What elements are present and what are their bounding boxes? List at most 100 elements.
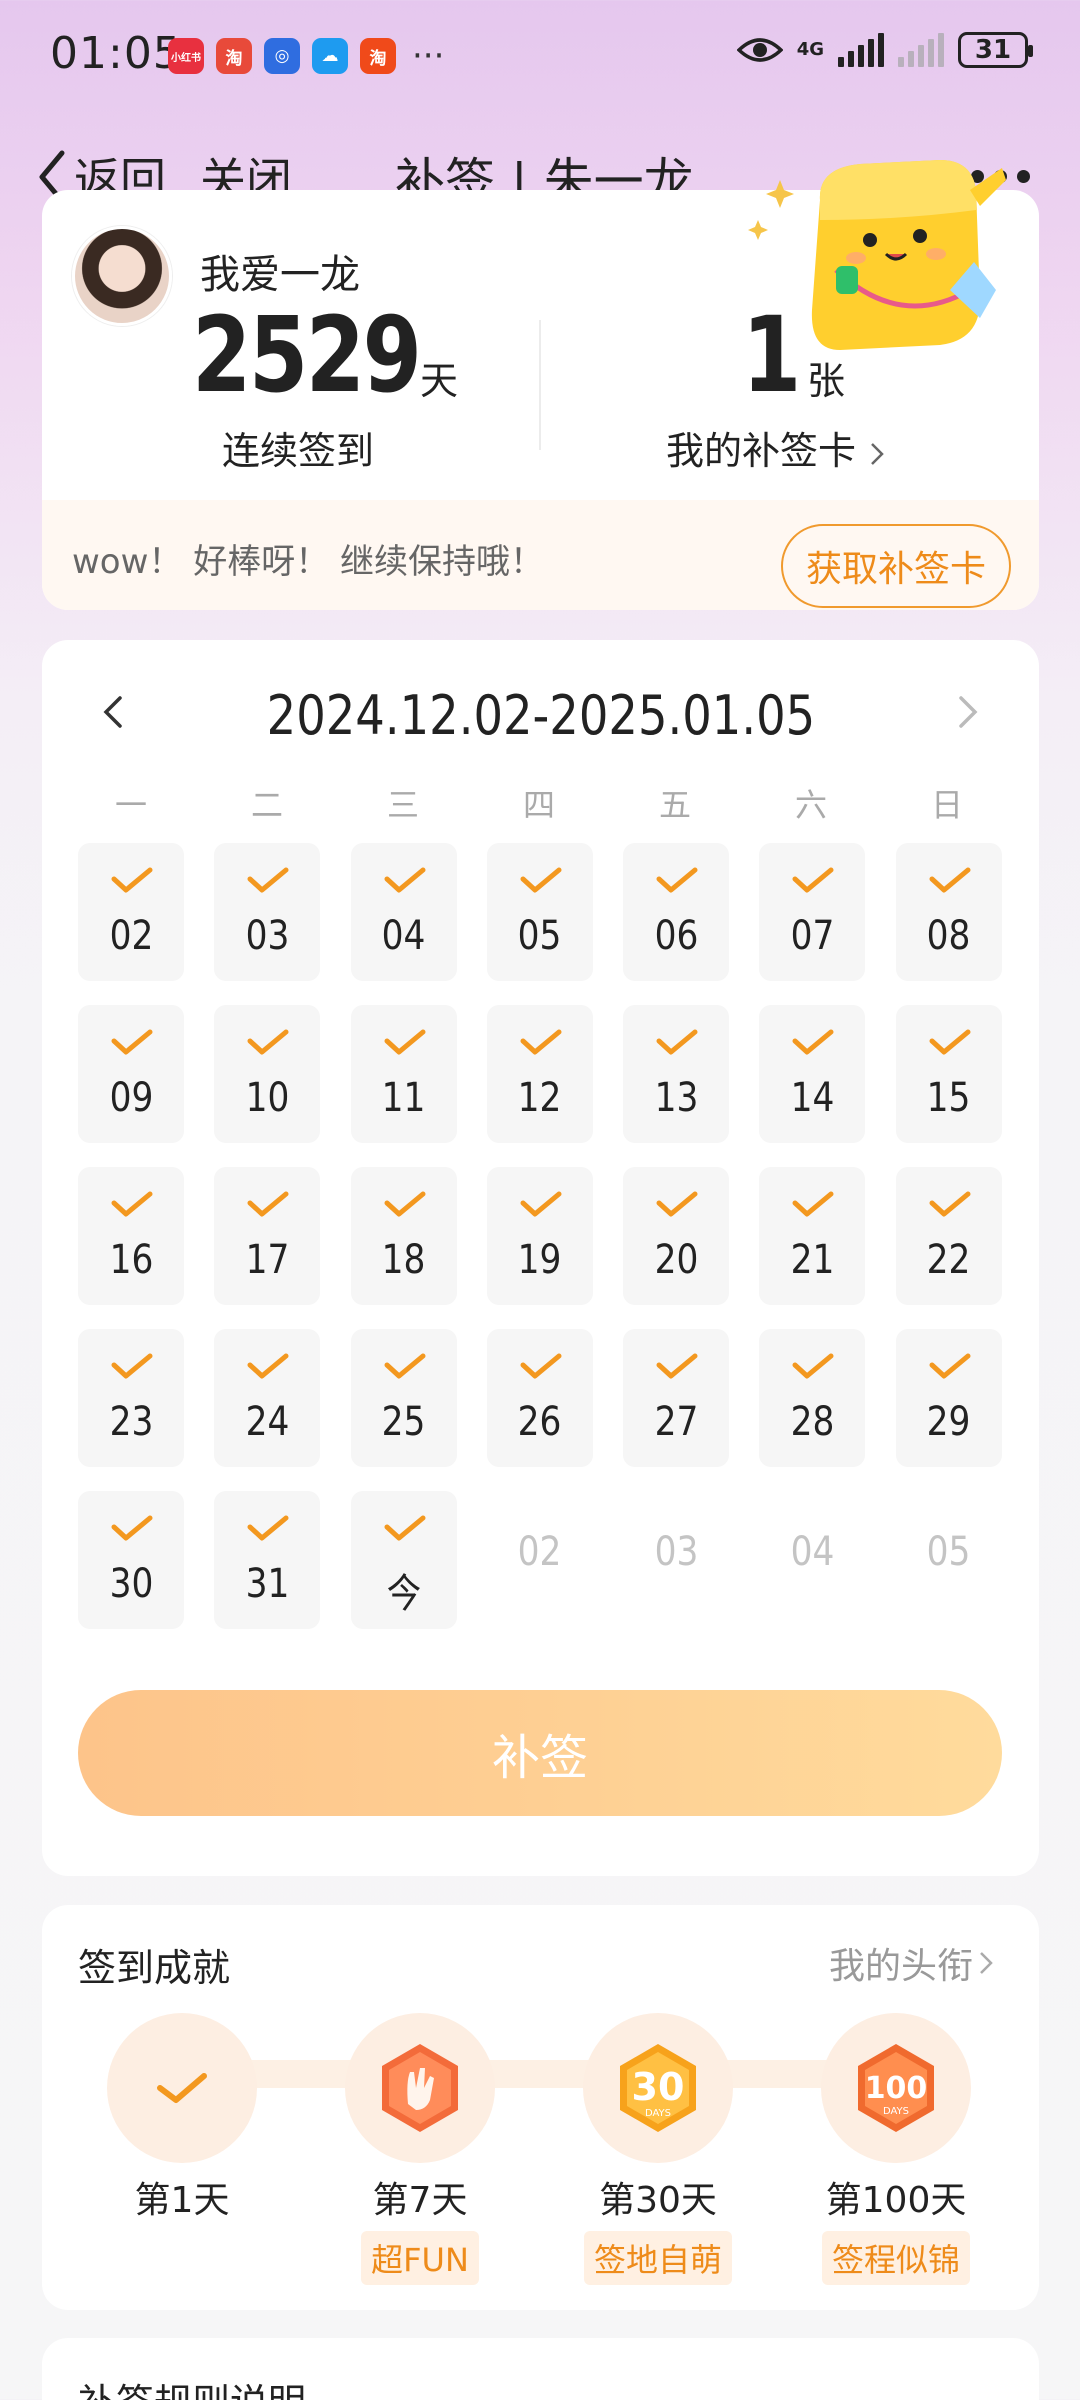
calendar-day-future[interactable]: 03 (623, 1491, 729, 1629)
achievement-day-1[interactable]: 第1天 (82, 2013, 282, 2223)
achievement-day-30[interactable]: 30 DAYS 第30天 签地自萌 (558, 2013, 758, 2285)
calendar-range: 2024.12.02-2025.01.05 (266, 684, 815, 747)
check-icon (111, 1191, 153, 1217)
makeup-signin-button[interactable]: 补签 (78, 1690, 1002, 1816)
calendar-day-label: 04 (381, 913, 426, 959)
calendar-day-label: 今 (386, 1571, 421, 1617)
calendar-day-label: 24 (245, 1399, 290, 1445)
achievement-day-7[interactable]: 第7天 超FUN (320, 2013, 520, 2285)
calendar-day-signed[interactable]: 09 (78, 1005, 184, 1143)
check-icon (520, 1353, 562, 1379)
calendar-day-label: 05 (926, 1529, 971, 1575)
check-icon (111, 1029, 153, 1055)
check-icon (111, 1353, 153, 1379)
calendar-day-signed[interactable]: 07 (759, 843, 866, 981)
calendar-day-label: 06 (654, 913, 699, 959)
calendar-day-signed[interactable]: 12 (486, 1005, 593, 1143)
calendar-day-signed[interactable]: 27 (623, 1329, 730, 1467)
calendar-day-signed[interactable]: 10 (214, 1005, 321, 1143)
status-notification-icons: 小红书 淘 ◎ ☁ 淘 ··· (168, 38, 444, 74)
calendar-day-label: 23 (109, 1399, 153, 1445)
calendar-day-signed[interactable]: 04 (350, 843, 457, 981)
more-notifications-icon: ··· (412, 36, 445, 76)
calendar-day-signed[interactable]: 24 (214, 1329, 321, 1467)
next-period-icon[interactable] (955, 692, 981, 732)
calendar-day-signed[interactable]: 11 (350, 1005, 457, 1143)
calendar-day-label: 30 (109, 1561, 153, 1607)
calendar-day-label: 07 (790, 913, 835, 959)
achievement-day-label: 第100天 (825, 2180, 967, 2221)
calendar-day-future[interactable]: 02 (487, 1491, 593, 1629)
check-icon (107, 2013, 257, 2163)
calendar-day-signed[interactable]: 19 (486, 1167, 593, 1305)
calendar-day-signed[interactable]: 30 (78, 1491, 184, 1629)
nickname: 我爱一龙 (200, 252, 360, 298)
calendar-grid: 02 03 04 05 06 07 08 09 10 11 12 13 14 15 16 17 18 19 20 21… (78, 843, 1002, 1629)
calendar-day-signed[interactable]: 21 (759, 1167, 866, 1305)
cheer-text: wow！ 好棒呀！ 继续保持哦！ (72, 542, 545, 582)
calendar-day-signed[interactable]: 26 (486, 1329, 593, 1467)
achievements-card: 签到成就 我的头衔 第1天 第7天 超FUN 30 DAYS 第30天 签地自萌… (42, 1905, 1039, 2310)
calendar-day-signed[interactable]: 02 (78, 843, 184, 981)
calendar-day-label: 12 (518, 1075, 562, 1121)
calendar-day-signed[interactable]: 14 (759, 1005, 866, 1143)
check-icon (247, 1353, 289, 1379)
calendar-day-label: 19 (518, 1237, 562, 1283)
calendar-day-signed[interactable]: 16 (78, 1167, 184, 1305)
achievement-title-badge: 签程似锦 (821, 2231, 970, 2285)
streak-days: 2529 (192, 294, 422, 416)
check-icon (384, 867, 426, 893)
calendar-day-signed[interactable]: 17 (214, 1167, 321, 1305)
calendar-day-signed[interactable]: 20 (623, 1167, 730, 1305)
svg-text:DAYS: DAYS (645, 2108, 671, 2119)
signal-2-icon (898, 33, 944, 67)
calendar-day-signed[interactable]: 18 (350, 1167, 457, 1305)
achievements-title: 签到成就 (78, 1946, 231, 1990)
calendar-day-label: 16 (109, 1237, 153, 1283)
my-titles-link[interactable]: 我的头衔 (829, 1937, 995, 1989)
calendar-day-signed[interactable]: 13 (623, 1005, 730, 1143)
achievement-day-label: 第1天 (134, 2180, 230, 2221)
calendar-day-signed[interactable]: 06 (623, 843, 730, 981)
calendar-day-label: 28 (790, 1399, 835, 1445)
status-indicators: 4G 31 (736, 32, 1033, 68)
check-icon (520, 1191, 562, 1217)
check-icon (384, 1515, 426, 1541)
check-icon (384, 1353, 426, 1379)
calendar-day-signed[interactable]: 25 (350, 1329, 457, 1467)
check-icon (520, 867, 562, 893)
calendar-day-label: 11 (381, 1075, 426, 1121)
check-icon (929, 867, 971, 893)
calendar-day-label: 08 (926, 913, 971, 959)
calendar-day-signed[interactable]: 28 (759, 1329, 866, 1467)
30-days-badge-icon: 30 DAYS (583, 2013, 733, 2163)
calendar-day-future[interactable]: 04 (759, 1491, 865, 1629)
calendar-day-label: 02 (518, 1529, 562, 1575)
calendar-day-signed[interactable]: 08 (895, 843, 1002, 981)
avatar[interactable] (72, 226, 172, 326)
calendar-day-signed[interactable]: 05 (486, 843, 593, 981)
svg-text:30: 30 (632, 2065, 685, 2109)
calendar-day-signed[interactable]: 29 (895, 1329, 1002, 1467)
achievement-title-badge: 超FUN (361, 2231, 479, 2285)
calendar-day-signed[interactable]: 22 (895, 1167, 1002, 1305)
my-cards-link[interactable]: 我的补签卡 (666, 420, 886, 475)
check-icon (247, 867, 289, 893)
calendar-day-signed[interactable]: 03 (214, 843, 321, 981)
weekday-label: 五 (658, 786, 691, 824)
calendar-day-label: 03 (654, 1529, 699, 1575)
svg-text:100: 100 (865, 2071, 928, 2106)
calendar-day-label: 18 (381, 1237, 426, 1283)
calendar-day-signed[interactable]: 今 (350, 1491, 457, 1629)
get-makeup-card-button[interactable]: 获取补签卡 (781, 524, 1011, 608)
battery-icon: 31 (958, 32, 1033, 68)
calendar-day-signed[interactable]: 15 (895, 1005, 1002, 1143)
weekday-label: 日 (930, 786, 963, 824)
calendar-day-label: 21 (790, 1237, 835, 1283)
calendar-day-label: 10 (245, 1075, 290, 1121)
calendar-day-signed[interactable]: 23 (78, 1329, 184, 1467)
calendar-day-future[interactable]: 05 (896, 1491, 1002, 1629)
taobao-flash-icon: 淘 (216, 38, 252, 74)
achievement-day-100[interactable]: 100 DAYS 第100天 签程似锦 (796, 2013, 996, 2285)
calendar-day-signed[interactable]: 31 (214, 1491, 321, 1629)
